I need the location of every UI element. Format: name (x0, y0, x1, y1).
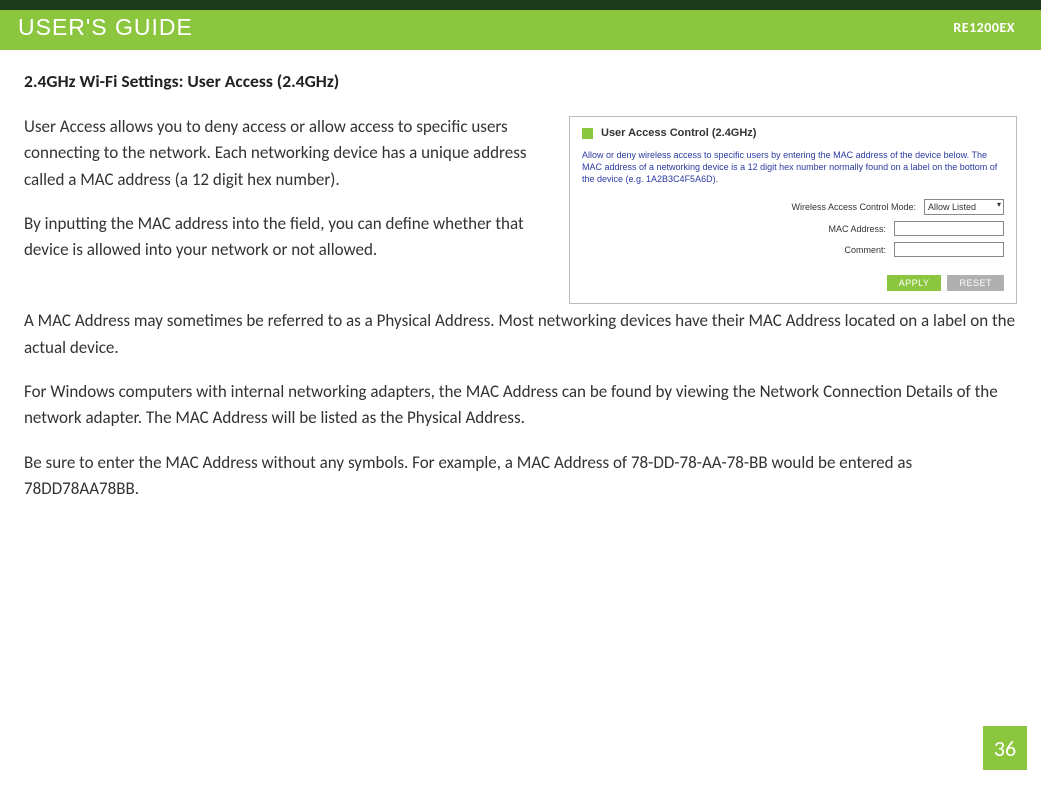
paragraph-1: User Access allows you to deny access or… (24, 114, 549, 193)
panel-description: Allow or deny wireless access to specifi… (582, 149, 1004, 185)
panel-title: User Access Control (2.4GHz) (601, 127, 756, 139)
panel-marker-icon (582, 128, 593, 139)
mode-select[interactable]: Allow Listed (924, 199, 1004, 215)
label-comment: Comment: (686, 245, 886, 255)
paragraph-4: For Windows computers with internal netw… (24, 379, 1017, 432)
page-header: USER'S GUIDE RE1200EX (0, 0, 1041, 48)
page-content: 2.4GHz Wi-Fi Settings: User Access (2.4G… (0, 48, 1041, 530)
guide-title: USER'S GUIDE (18, 14, 193, 41)
comment-input[interactable] (894, 242, 1004, 257)
form-row-mac: MAC Address: (582, 221, 1004, 236)
label-mode: Wireless Access Control Mode: (716, 202, 916, 212)
panel-form: Wireless Access Control Mode: Allow List… (582, 199, 1004, 291)
mac-input[interactable] (894, 221, 1004, 236)
model-number: RE1200EX (953, 19, 1015, 36)
page-number: 36 (983, 726, 1027, 770)
section-title: 2.4GHz Wi-Fi Settings: User Access (2.4G… (24, 70, 1017, 92)
form-row-mode: Wireless Access Control Mode: Allow List… (582, 199, 1004, 215)
lower-text: A MAC Address may sometimes be referred … (24, 308, 1017, 502)
intro-text: User Access allows you to deny access or… (24, 114, 549, 304)
reset-button[interactable]: RESET (947, 275, 1004, 291)
paragraph-2: By inputting the MAC address into the fi… (24, 211, 549, 264)
user-access-panel: User Access Control (2.4GHz) Allow or de… (569, 116, 1017, 304)
body-row: User Access allows you to deny access or… (24, 114, 1017, 304)
form-row-comment: Comment: (582, 242, 1004, 257)
label-mac: MAC Address: (686, 224, 886, 234)
paragraph-5: Be sure to enter the MAC Address without… (24, 450, 1017, 503)
paragraph-3: A MAC Address may sometimes be referred … (24, 308, 1017, 361)
panel-actions: APPLY RESET (582, 275, 1004, 291)
panel-title-row: User Access Control (2.4GHz) (582, 127, 1004, 139)
apply-button[interactable]: APPLY (887, 275, 942, 291)
mode-select-value: Allow Listed (928, 202, 976, 212)
